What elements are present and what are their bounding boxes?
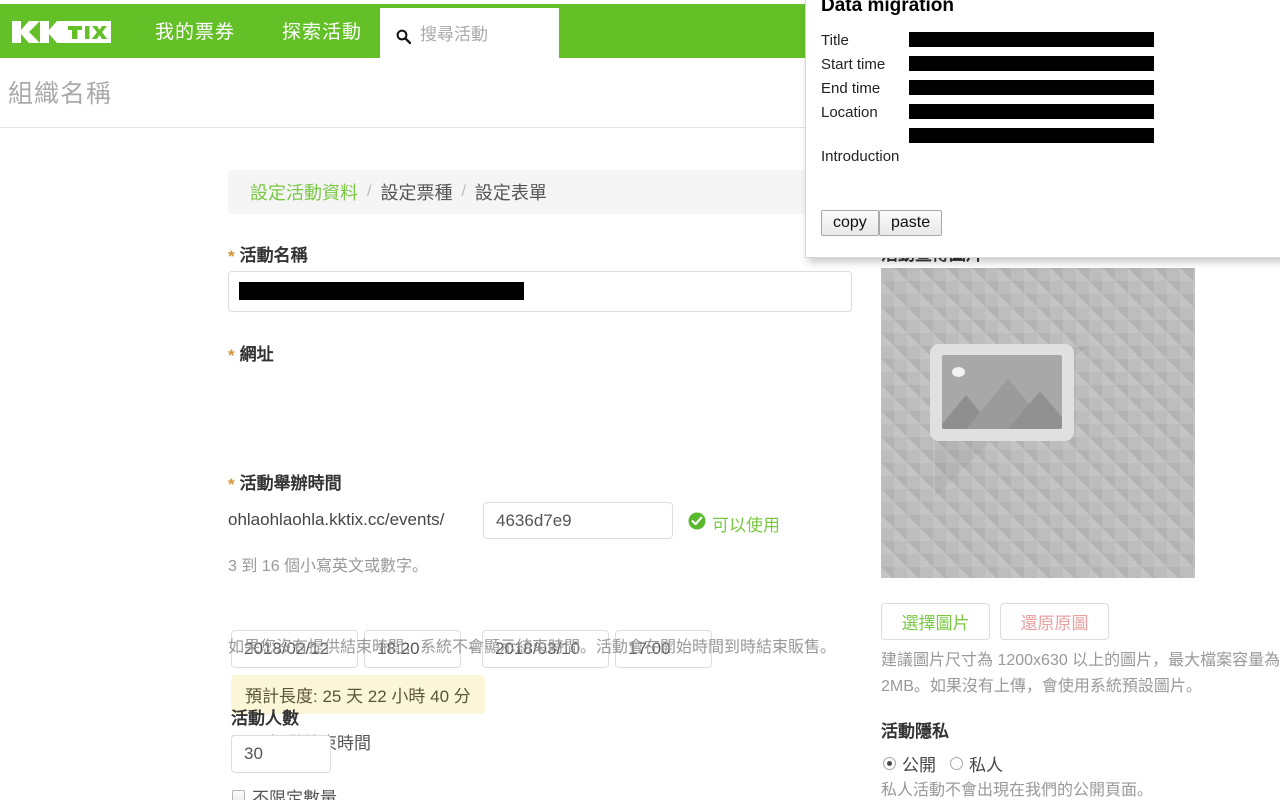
image-hint: 建議圖片尺寸為 1200x630 以上的圖片，最大檔案容量為 2MB。如果沒有上… <box>881 652 1280 695</box>
breadcrumb-separator: / <box>367 183 372 200</box>
privacy-private-label[interactable]: 私人 <box>969 751 1003 776</box>
breadcrumb: 設定活動資料 / 設定票種 / 設定表單 <box>228 170 852 214</box>
breadcrumb-item-event-info[interactable]: 設定活動資料 <box>250 179 358 205</box>
url-available-check-icon <box>688 512 706 530</box>
migration-title-label: Title <box>821 32 849 49</box>
capacity-label: 活動人數 <box>231 709 299 728</box>
search-input[interactable] <box>418 21 548 49</box>
required-marker: * <box>228 475 235 494</box>
event-name-input[interactable] <box>228 271 852 312</box>
banner-image-placeholder[interactable] <box>881 268 1195 578</box>
required-marker: * <box>228 346 235 365</box>
event-name-label: * 活動名稱 <box>228 246 308 266</box>
organization-name: 組織名稱 <box>8 80 113 108</box>
search-box[interactable] <box>380 8 559 62</box>
overlay-left-edge <box>0 4 4 56</box>
migration-end-time-redaction <box>909 80 1154 95</box>
url-label: * 網址 <box>228 345 274 365</box>
kktix-logo[interactable] <box>10 18 114 46</box>
migration-introduction-label: Introduction <box>821 148 900 165</box>
event-name-redaction <box>239 282 524 300</box>
url-slug-input[interactable] <box>483 502 673 539</box>
nav-link-explore-events[interactable]: 探索活動 <box>282 22 362 44</box>
event-time-hint: 如果您沒有提供結束時間，系統不會顯示結束時間。活動會在開始時間到時結束販售。 <box>228 639 837 656</box>
privacy-hint: 私人活動不會出現在我們的公開頁面。 <box>881 782 1154 799</box>
migration-location-label: Location <box>821 104 878 121</box>
privacy-private-radio[interactable] <box>950 757 963 770</box>
image-placeholder-icon-inner <box>942 355 1062 429</box>
privacy-public-radio[interactable] <box>883 757 896 770</box>
url-prefix: ohlaohlaohla.kktix.cc/events/ <box>228 510 445 529</box>
unlimited-capacity-checkbox-row[interactable]: 不限定數量 <box>232 784 337 800</box>
unlimited-capacity-label[interactable]: 不限定數量 <box>252 784 337 800</box>
migration-start-time-redaction <box>909 56 1154 71</box>
migration-title-redaction <box>909 32 1154 47</box>
mountain-shape <box>1008 391 1062 429</box>
url-hint: 3 到 16 個小寫英文或數字。 <box>228 558 429 575</box>
restore-image-button[interactable]: 還原原圖 <box>1000 603 1109 640</box>
privacy-radio-group[interactable]: 公開 私人 <box>883 751 1017 776</box>
data-migration-panel: Data migration Title Start time End time… <box>805 0 1280 258</box>
sun-icon <box>952 367 965 377</box>
breadcrumb-separator: / <box>461 183 466 200</box>
migration-end-time-label: End time <box>821 80 881 97</box>
migration-start-time-label: Start time <box>821 56 886 73</box>
breadcrumb-item-ticket-types[interactable]: 設定票種 <box>380 179 452 205</box>
page-root: 我的票券 探索活動 組織名稱 設定活動資料 / 設定票種 / 設定表單 * <box>0 0 1280 800</box>
privacy-label: 活動隱私 <box>881 722 949 741</box>
nav-link-my-tickets[interactable]: 我的票券 <box>155 22 235 44</box>
copy-button[interactable]: copy <box>821 210 879 236</box>
paste-button[interactable]: paste <box>879 210 943 236</box>
migration-extra-redaction <box>909 128 1154 143</box>
data-migration-title: Data migration <box>821 0 955 16</box>
search-icon <box>396 29 412 45</box>
capacity-input[interactable] <box>231 735 331 773</box>
migration-location-redaction <box>909 104 1154 119</box>
url-available-text: 可以使用 <box>712 516 780 535</box>
choose-image-button[interactable]: 選擇圖片 <box>881 603 990 640</box>
breadcrumb-item-form[interactable]: 設定表單 <box>475 179 547 205</box>
privacy-public-label[interactable]: 公開 <box>902 751 936 776</box>
unlimited-capacity-checkbox[interactable] <box>232 790 245 800</box>
event-time-label: * 活動舉辦時間 <box>228 474 342 494</box>
required-marker: * <box>228 247 235 266</box>
